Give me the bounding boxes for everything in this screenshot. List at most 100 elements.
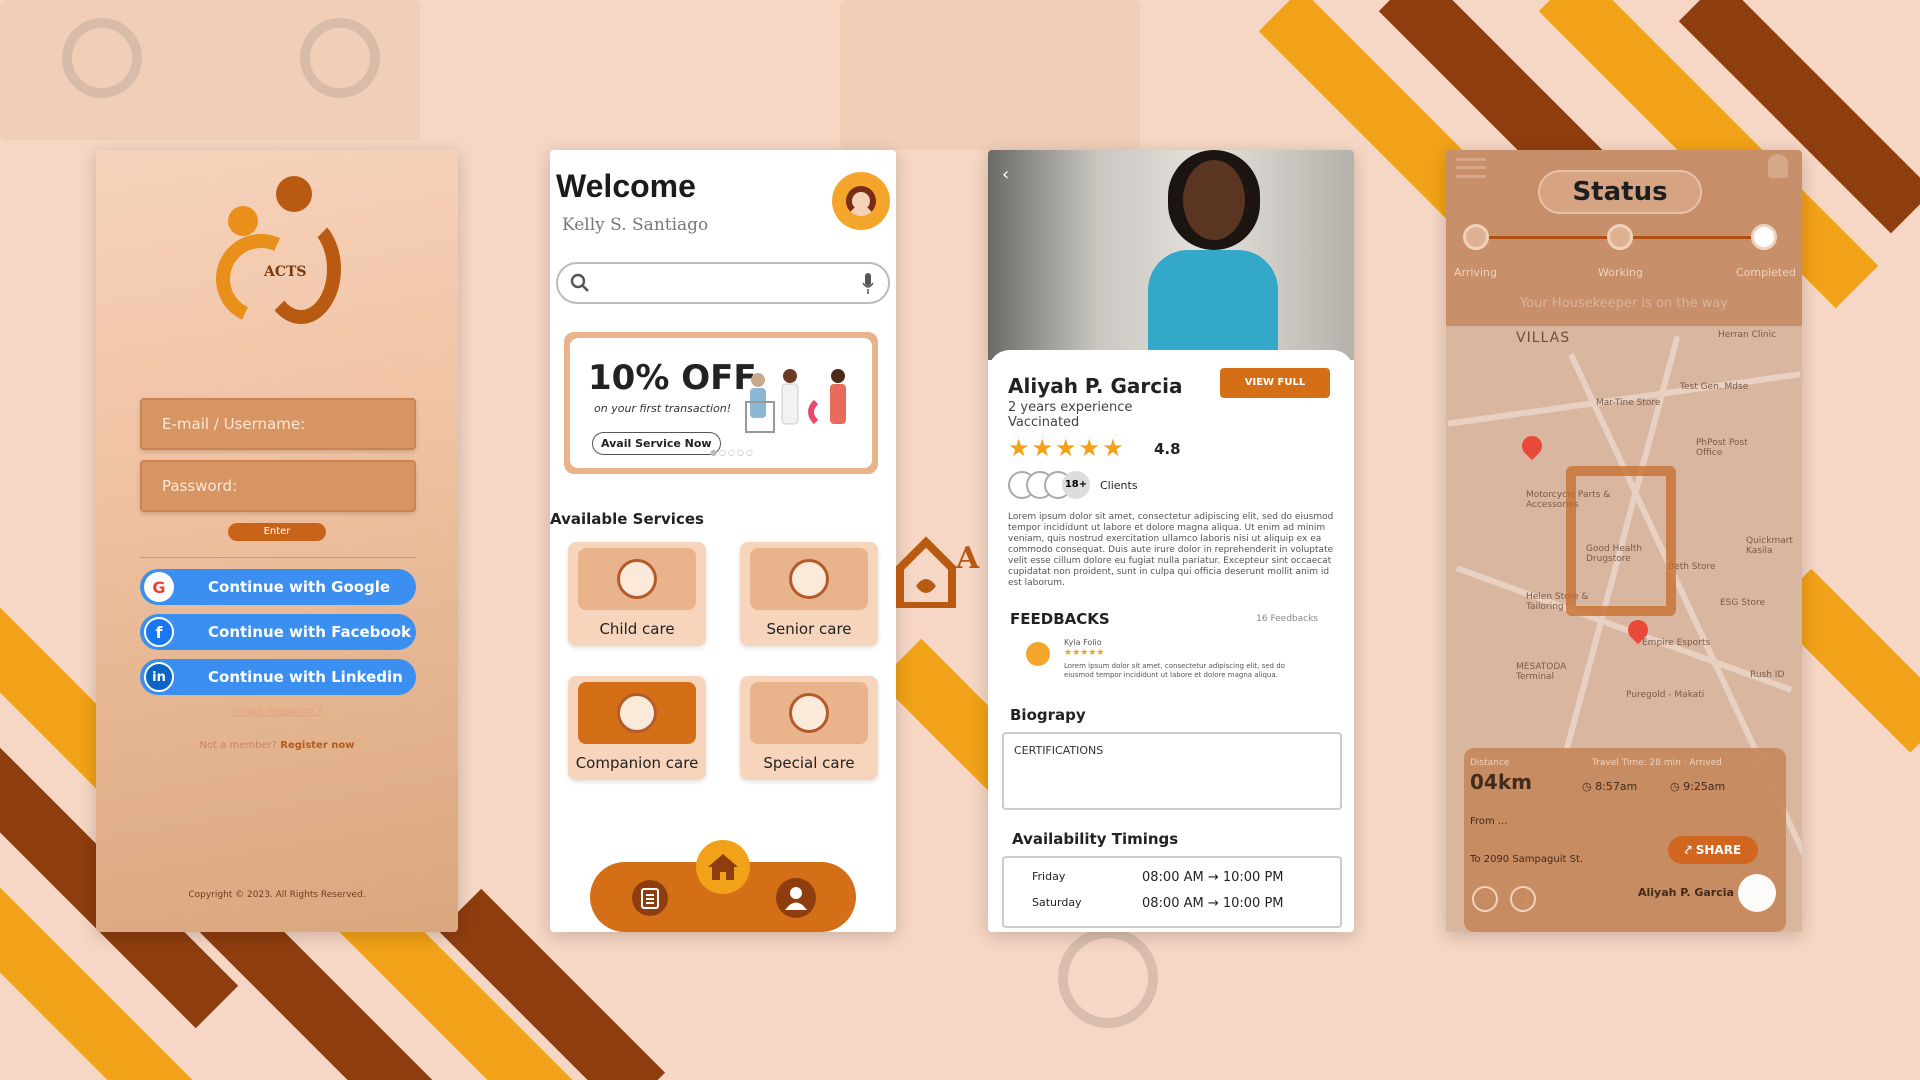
feedbacks-heading: FEEDBACKS: [1010, 610, 1110, 628]
travel-time-label: Travel Time: 28 min · Arrived: [1592, 758, 1722, 768]
map-label: VILLAS: [1516, 330, 1571, 346]
email-field[interactable]: E-mail / Username:: [140, 398, 416, 450]
map-label: Rush ID: [1750, 670, 1785, 680]
login-screen: ACTS E-mail / Username: Password: Enter …: [96, 150, 458, 932]
to-location: To 2090 Sampaguit St.: [1470, 854, 1584, 865]
forgot-password-link[interactable]: Forgot Password ?: [96, 706, 458, 717]
availability-heading: Availability Timings: [1012, 830, 1179, 848]
service-companion-care[interactable]: Companion care: [568, 676, 706, 780]
background-wheel: [1058, 928, 1158, 1028]
feedbacks-count-link[interactable]: 16 Feedbacks: [1256, 614, 1318, 624]
map-label: Puregold - Makati: [1626, 690, 1705, 700]
promo-subtitle: on your first transaction!: [594, 402, 732, 415]
back-arrow-icon[interactable]: ‹: [1002, 164, 1009, 185]
linkedin-button[interactable]: in Continue with Linkedin: [140, 659, 416, 695]
start-time: ◷ 8:57am: [1582, 780, 1638, 793]
step-label: Arriving: [1454, 266, 1497, 279]
distance-label: Distance: [1470, 758, 1510, 768]
profile-card: Aliyah P. Garcia VIEW FULL PROFILE 2 yea…: [988, 350, 1354, 932]
from-location: From ...: [1470, 816, 1508, 827]
home-screen: Welcome Kelly S. Santiago 10% OFF on you…: [550, 150, 896, 932]
clipboard-icon[interactable]: [632, 880, 668, 916]
facebook-button[interactable]: f Continue with Facebook: [140, 614, 416, 650]
google-icon: G: [144, 572, 174, 602]
map-label: ESG Store: [1720, 598, 1766, 608]
caregiver-photo: ‹: [988, 150, 1354, 370]
google-button[interactable]: G Continue with Google: [140, 569, 416, 605]
trip-info-card: Distance 04km Travel Time: 28 min · Arri…: [1464, 748, 1786, 932]
about-text: Lorem ipsum dolor sit amet, consectetur …: [1008, 512, 1334, 588]
step-dot-current: [1751, 224, 1777, 250]
bottom-nav: [590, 840, 856, 932]
phone-icon[interactable]: [1472, 886, 1498, 912]
page-title: Welcome: [556, 168, 696, 204]
service-special-care[interactable]: Special care: [740, 676, 878, 780]
carousel-dots: ●○○○○: [710, 448, 755, 457]
search-input[interactable]: [556, 262, 890, 304]
availability-table: Friday 08:00 AM → 10:00 PM Saturday 08:0…: [1002, 856, 1342, 928]
caregiver-name: Aliyah P. Garcia: [1008, 374, 1183, 398]
avatar[interactable]: [832, 172, 890, 230]
service-label: Special care: [763, 754, 855, 772]
logo-text: ACTS: [264, 264, 307, 280]
background-house: [840, 0, 1140, 150]
service-child-care[interactable]: Child care: [568, 542, 706, 646]
map-label: Quickmart Kasila: [1746, 536, 1793, 556]
background-wheel: [62, 18, 142, 98]
feedback-stars: ★★★★★: [1064, 648, 1105, 658]
profile-icon[interactable]: [776, 878, 816, 918]
home-icon[interactable]: [696, 840, 750, 894]
menu-icon[interactable]: [1456, 158, 1486, 178]
avail-service-button[interactable]: Avail Service Now: [592, 432, 721, 455]
step-label: Completed: [1736, 266, 1796, 279]
origin-pin-icon: [1517, 431, 1547, 461]
clients-row: 18+ Clients: [1008, 470, 1138, 500]
enter-button[interactable]: Enter: [228, 523, 326, 541]
facebook-icon: f: [144, 617, 174, 647]
map-label: Herran Clinic: [1718, 330, 1777, 340]
distance-value: 04km: [1470, 770, 1532, 794]
status-message: Your Housekeeper is on the way: [1519, 296, 1728, 311]
start-time-value: 8:57am: [1595, 780, 1638, 793]
share-label: SHARE: [1695, 843, 1742, 857]
acts-logo: ACTS: [203, 176, 346, 346]
status-title: Status: [1538, 170, 1702, 214]
promo-headline: 10% OFF: [588, 358, 757, 398]
password-field[interactable]: Password:: [140, 460, 416, 512]
timing-day: Saturday: [1032, 896, 1082, 909]
experience-years: 2 years experience: [1008, 400, 1133, 415]
biography-heading: Biograpy: [1010, 706, 1086, 724]
wheelchair-icon: [750, 682, 868, 744]
end-time: ◷ 9:25am: [1670, 780, 1726, 793]
step-dot: [1463, 224, 1489, 250]
background-wheel: [300, 18, 380, 98]
map-label: Test Gen. Mdse: [1680, 382, 1749, 392]
copyright: Copyright © 2023. All Rights Reserved.: [188, 890, 366, 900]
bell-icon[interactable]: [1768, 154, 1788, 178]
timing-time: 08:00 AM → 10:00 PM: [1142, 870, 1284, 885]
status-screen: Status Arriving Working Completed Your H…: [1446, 150, 1802, 932]
senior-care-icon: [750, 548, 868, 610]
svg-text:A: A: [955, 541, 980, 576]
user-name: Kelly S. Santiago: [562, 215, 709, 235]
companion-care-icon: [578, 682, 696, 744]
promo-banner[interactable]: 10% OFF on your first transaction! Avail…: [564, 332, 878, 474]
vaccinated-status: Vaccinated: [1008, 415, 1080, 430]
chat-icon[interactable]: [1510, 886, 1536, 912]
linkedin-icon: in: [144, 662, 174, 692]
share-button[interactable]: ⤤ SHARE: [1668, 836, 1758, 864]
clients-count: 18+: [1062, 471, 1090, 499]
register-link[interactable]: Register now: [280, 740, 354, 751]
caregivers-illustration: [745, 369, 846, 433]
mic-icon[interactable]: [862, 273, 874, 295]
hourglass-icon: [1566, 466, 1676, 616]
service-senior-care[interactable]: Senior care: [740, 542, 878, 646]
step-label: Working: [1598, 266, 1643, 279]
caregiver-profile-screen: ‹ Aliyah P. Garcia VIEW FULL PROFILE 2 y…: [988, 150, 1354, 932]
google-button-label: Continue with Google: [208, 578, 391, 596]
map-label: MESATODA Terminal: [1516, 662, 1567, 682]
view-full-profile-button[interactable]: VIEW FULL PROFILE: [1220, 368, 1330, 418]
facebook-button-label: Continue with Facebook: [208, 623, 412, 641]
rating-stars: ★★★★★: [1008, 434, 1126, 462]
feedback-author: Kyla Folio: [1064, 638, 1102, 647]
